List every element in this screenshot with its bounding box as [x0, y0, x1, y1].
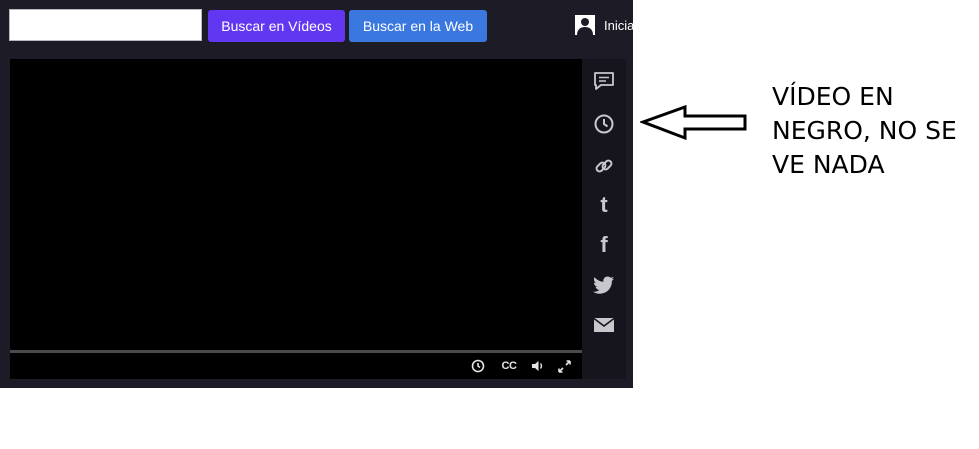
left-arrow-icon — [638, 104, 750, 149]
link-icon[interactable] — [593, 155, 615, 177]
clock-icon[interactable] — [470, 358, 486, 374]
player-controls: CC — [10, 353, 582, 379]
annotation-line: VÍDEO EN — [772, 82, 894, 111]
closed-captions-icon[interactable]: CC — [498, 358, 520, 374]
comment-icon[interactable] — [593, 70, 615, 92]
signin-link[interactable]: Inicia — [575, 15, 633, 35]
facebook-icon[interactable]: f — [593, 232, 615, 257]
bottom-strip — [0, 379, 633, 388]
video-screen[interactable] — [10, 59, 582, 350]
email-icon[interactable] — [593, 314, 615, 336]
search-videos-button[interactable]: Buscar en Vídeos — [208, 10, 345, 42]
share-rail: t f — [582, 59, 626, 379]
twitter-icon[interactable] — [593, 274, 615, 296]
tumblr-icon[interactable]: t — [593, 192, 615, 217]
video-app-window: Buscar en Vídeos Buscar en la Web Inicia… — [0, 0, 633, 388]
clock-icon[interactable] — [593, 113, 615, 135]
annotation-text: VÍDEO EN NEGRO, NO SE VE NADA — [772, 80, 972, 182]
search-web-button[interactable]: Buscar en la Web — [349, 10, 487, 42]
annotation-line: NEGRO, NO SE — [772, 116, 957, 145]
user-icon — [575, 15, 595, 35]
fullscreen-icon[interactable] — [556, 358, 572, 374]
annotation-line: VE NADA — [772, 150, 885, 179]
volume-icon[interactable] — [530, 358, 546, 374]
video-player: CC t f — [10, 59, 626, 379]
search-input[interactable] — [9, 9, 202, 41]
signin-label: Inicia — [604, 17, 633, 33]
